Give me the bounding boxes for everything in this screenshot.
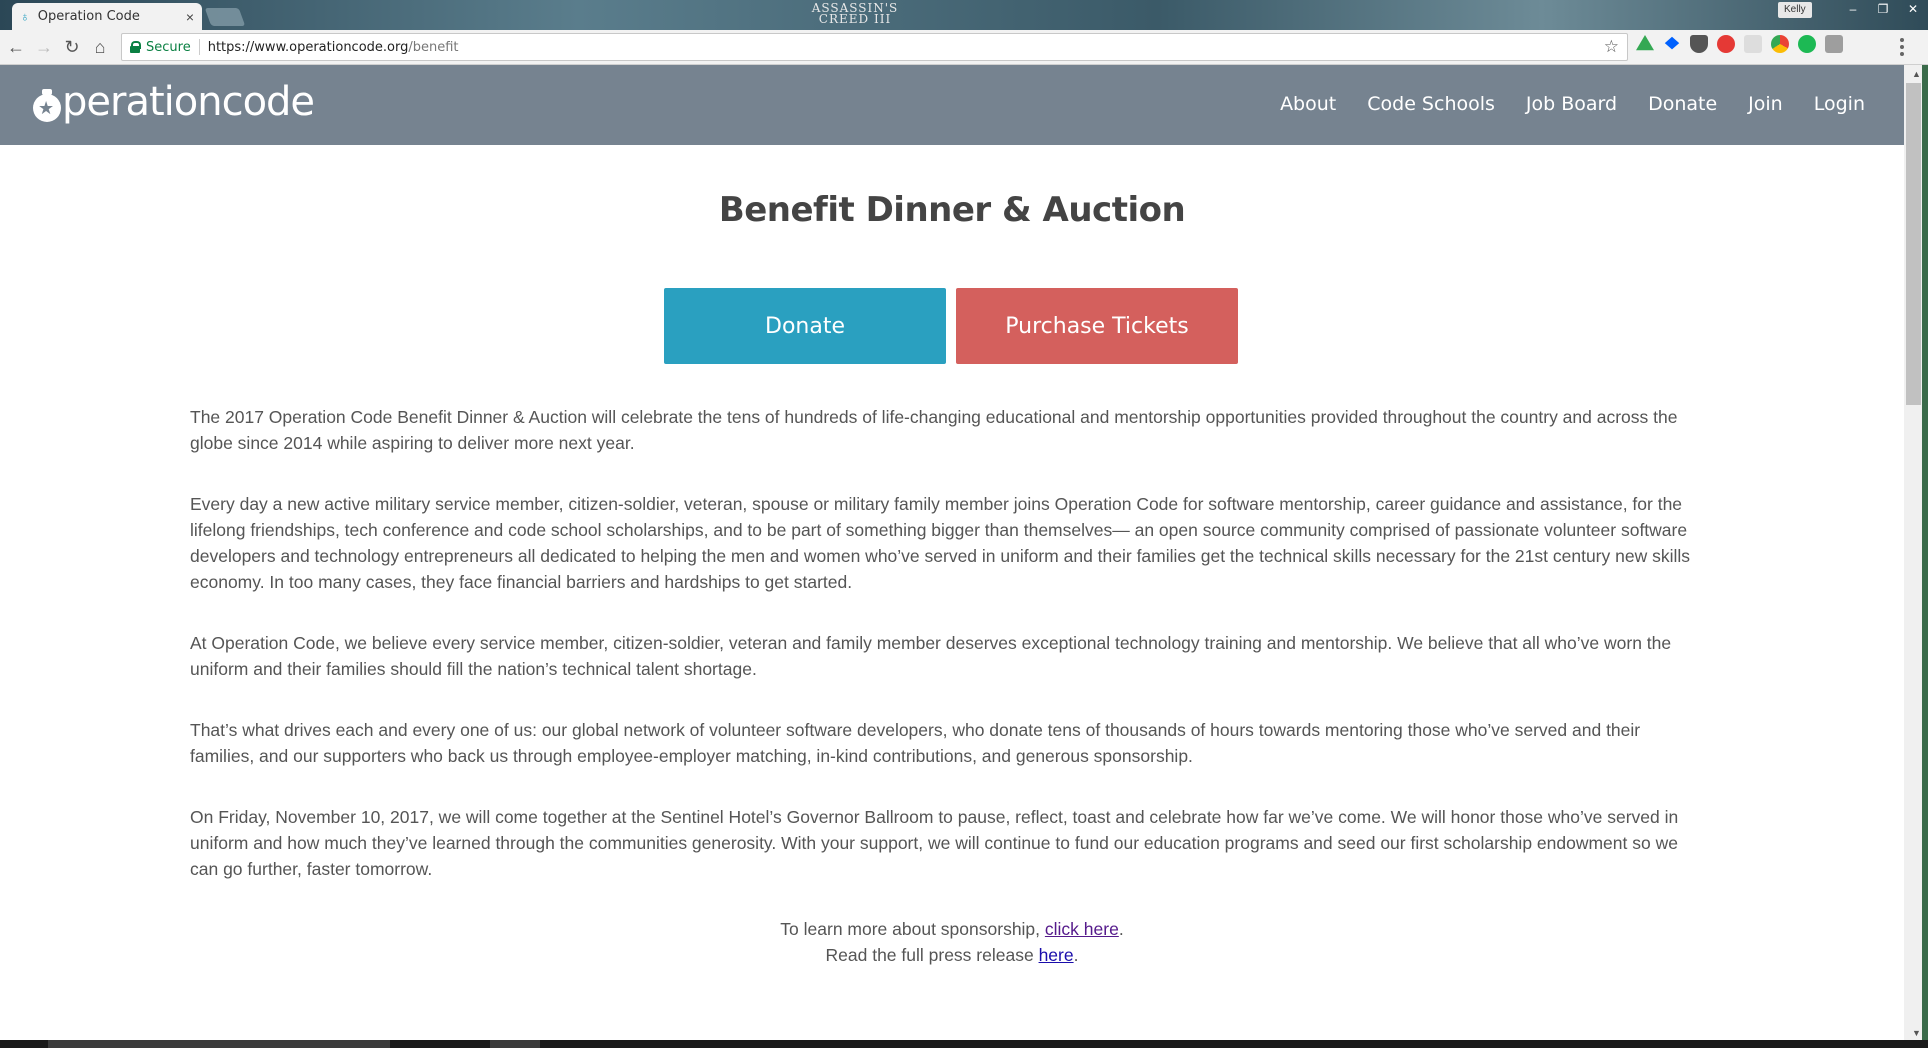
scroll-up-icon[interactable]: ▲ bbox=[1912, 69, 1921, 79]
paragraph-mission: Every day a new active military service … bbox=[190, 494, 1690, 592]
favicon-icon: ♁ bbox=[20, 9, 30, 24]
new-tab-button[interactable] bbox=[204, 8, 246, 26]
reload-icon[interactable]: ↻ bbox=[60, 35, 84, 59]
press-line: Read the full press release here. bbox=[0, 942, 1904, 968]
url-host: https://www.operationcode.org bbox=[207, 39, 409, 55]
sponsorship-text: To learn more about sponsorship, bbox=[780, 919, 1045, 939]
restore-button[interactable]: ❐ bbox=[1868, 0, 1898, 20]
sponsorship-period: . bbox=[1118, 919, 1124, 939]
titlebar-logo: ASSASSIN'S CREED III bbox=[811, 1, 899, 26]
browser-toolbar: ← → ↻ ⌂ Secure https://www.operationcode… bbox=[0, 30, 1928, 65]
google-drive-icon[interactable] bbox=[1636, 35, 1654, 51]
press-period: . bbox=[1073, 945, 1079, 965]
medal-icon: ★ bbox=[33, 89, 61, 122]
nav-join[interactable]: Join bbox=[1748, 93, 1783, 115]
taskbar-segment bbox=[48, 1040, 390, 1048]
main-nav: About Code Schools Job Board Donate Join… bbox=[1280, 93, 1896, 115]
closing-links: To learn more about sponsorship, click h… bbox=[0, 916, 1904, 968]
back-icon[interactable]: ← bbox=[4, 35, 28, 59]
nav-code-schools[interactable]: Code Schools bbox=[1367, 93, 1495, 115]
browser-tab[interactable]: ♁ Operation Code × bbox=[12, 3, 202, 30]
browser-menu-icon[interactable] bbox=[1900, 38, 1904, 59]
nav-about[interactable]: About bbox=[1280, 93, 1336, 115]
home-icon[interactable]: ⌂ bbox=[88, 35, 112, 59]
scroll-down-icon[interactable]: ▼ bbox=[1912, 1028, 1921, 1038]
shield-extension-icon[interactable] bbox=[1690, 35, 1708, 53]
sponsorship-link[interactable]: click here bbox=[1045, 919, 1119, 939]
paragraph-event: On Friday, November 10, 2017, we will co… bbox=[190, 807, 1679, 879]
os-taskbar bbox=[0, 1040, 1928, 1048]
bookmark-star-icon[interactable]: ☆ bbox=[1604, 37, 1619, 57]
tab-close-icon[interactable]: × bbox=[186, 9, 194, 25]
press-release-link[interactable]: here bbox=[1039, 945, 1074, 965]
taskbar-segment bbox=[490, 1040, 540, 1048]
adblock-icon[interactable] bbox=[1717, 35, 1735, 53]
desktop-background-strip bbox=[1922, 65, 1928, 1040]
scroll-thumb[interactable] bbox=[1906, 83, 1921, 405]
benefit-description: The 2017 Operation Code Benefit Dinner &… bbox=[190, 404, 1704, 917]
paragraph-network: That’s what drives each and every one of… bbox=[190, 720, 1641, 766]
window-controls: – ❐ ✕ bbox=[1838, 0, 1928, 20]
nav-job-board[interactable]: Job Board bbox=[1526, 93, 1617, 115]
press-text: Read the full press release bbox=[825, 945, 1039, 965]
logo-text: perationcode bbox=[62, 79, 315, 125]
nav-donate[interactable]: Donate bbox=[1648, 93, 1717, 115]
divider bbox=[198, 39, 200, 55]
close-window-button[interactable]: ✕ bbox=[1898, 0, 1928, 20]
forward-icon[interactable]: → bbox=[32, 35, 56, 59]
dropbox-icon[interactable] bbox=[1664, 36, 1680, 50]
extensions-area bbox=[1636, 35, 1843, 53]
nav-login[interactable]: Login bbox=[1814, 93, 1865, 115]
minimize-button[interactable]: – bbox=[1838, 0, 1868, 20]
donate-button[interactable]: Donate bbox=[664, 288, 946, 364]
checkmark-extension-icon[interactable] bbox=[1798, 35, 1816, 53]
sponsorship-line: To learn more about sponsorship, click h… bbox=[0, 916, 1904, 942]
puzzle-extension-icon[interactable] bbox=[1825, 35, 1843, 53]
paragraph-intro: The 2017 Operation Code Benefit Dinner &… bbox=[190, 407, 1678, 453]
window-titlebar: ♁ Operation Code × ASSASSIN'S CREED III … bbox=[0, 0, 1928, 30]
tab-title: Operation Code bbox=[37, 9, 140, 24]
extension-icon[interactable] bbox=[1744, 35, 1762, 53]
page-title: Benefit Dinner & Auction bbox=[718, 190, 1186, 230]
secure-label: Secure bbox=[146, 39, 191, 55]
lock-icon bbox=[130, 41, 141, 53]
chrome-extension-icon[interactable] bbox=[1771, 35, 1789, 53]
site-header: ★ perationcode About Code Schools Job Bo… bbox=[0, 65, 1904, 145]
address-bar[interactable]: Secure https://www.operationcode.org /be… bbox=[121, 33, 1628, 61]
url-path: /benefit bbox=[408, 39, 459, 55]
purchase-tickets-button[interactable]: Purchase Tickets bbox=[956, 288, 1238, 364]
operationcode-logo[interactable]: ★ perationcode bbox=[33, 79, 315, 125]
paragraph-belief: At Operation Code, we believe every serv… bbox=[190, 633, 1672, 679]
profile-button[interactable]: Kelly bbox=[1778, 2, 1812, 18]
